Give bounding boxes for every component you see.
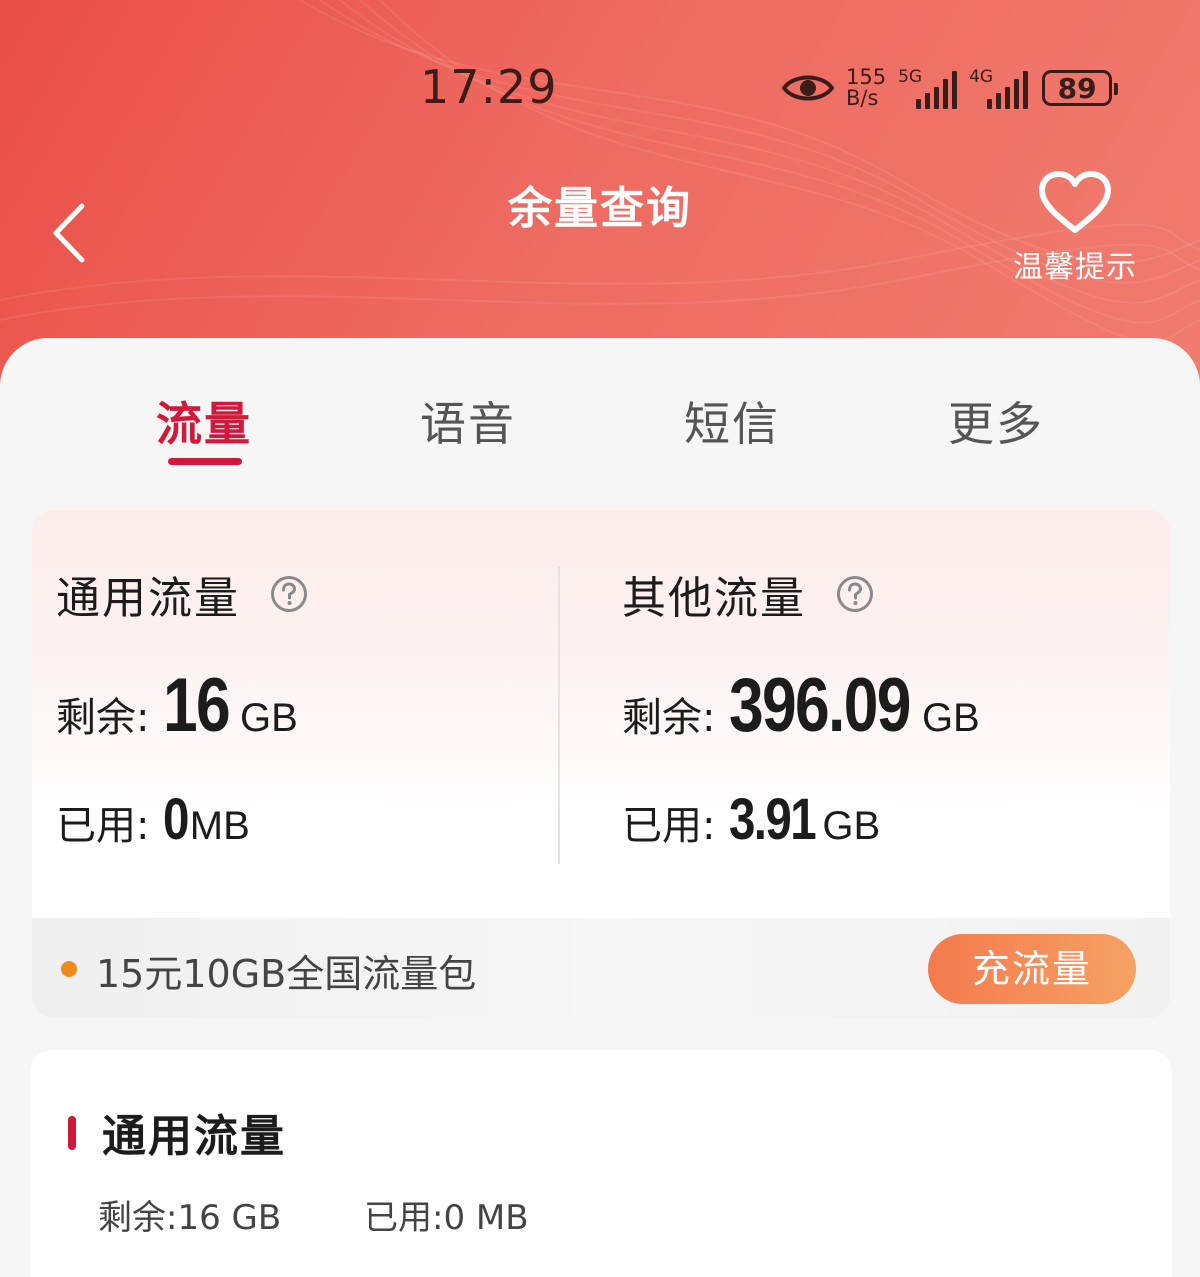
other-used-value: 3.91 bbox=[729, 787, 817, 852]
tab-sms[interactable]: 短信 bbox=[632, 388, 832, 454]
tab-voice[interactable]: 语音 bbox=[368, 388, 568, 454]
other-data-title: 其他流量 bbox=[622, 573, 806, 624]
eye-icon bbox=[782, 75, 834, 101]
other-used-row: 已用: 3.91 GB bbox=[622, 786, 880, 853]
status-time: 17:29 bbox=[420, 60, 558, 114]
general-data-title-row: 通用流量 bbox=[56, 562, 308, 626]
other-data-title-row: 其他流量 bbox=[622, 562, 874, 626]
signal-4g: 4G bbox=[969, 67, 1029, 109]
general-remaining-label: 剩余: bbox=[56, 695, 150, 741]
general-used-value: 0 bbox=[163, 787, 189, 852]
signal-bars-icon bbox=[987, 71, 1029, 109]
detail-remaining: 剩余:16 GB bbox=[98, 1198, 282, 1238]
other-used-label: 已用: bbox=[622, 803, 716, 849]
signal-5g: 5G bbox=[898, 67, 958, 109]
tips-button[interactable]: 温馨提示 bbox=[1000, 170, 1150, 286]
general-data-title: 通用流量 bbox=[56, 573, 240, 624]
net-speed-value: 155 bbox=[846, 65, 887, 89]
general-used-row: 已用: 0 MB bbox=[56, 786, 250, 853]
other-data-column: 其他流量 剩余: 396.09 GB 已用: 3.91 GB bbox=[622, 510, 1142, 910]
signal-bars-icon bbox=[916, 71, 958, 109]
heart-icon bbox=[1039, 171, 1111, 233]
recharge-data-button[interactable]: 充流量 bbox=[928, 934, 1136, 1004]
other-remaining-unit: GB bbox=[921, 696, 980, 740]
other-remaining-value: 396.09 bbox=[729, 663, 911, 748]
net-speed-unit: B/s bbox=[846, 86, 879, 110]
promo-dot bbox=[61, 961, 77, 977]
other-remaining-row: 剩余: 396.09 GB bbox=[622, 662, 980, 749]
general-remaining-row: 剩余: 16 GB bbox=[56, 662, 298, 749]
status-icons: 155 B/s 5G 4G 89 bbox=[782, 62, 1119, 114]
question-circle-icon[interactable] bbox=[836, 575, 874, 613]
general-data-detail-card: 通用流量 剩余:16 GB 已用:0 MB bbox=[30, 1050, 1172, 1277]
battery-icon: 89 bbox=[1042, 70, 1119, 106]
detail-used: 已用:0 MB bbox=[364, 1198, 529, 1238]
general-remaining-unit: GB bbox=[240, 696, 298, 740]
question-circle-icon[interactable] bbox=[270, 575, 308, 613]
battery-level: 89 bbox=[1057, 71, 1097, 105]
promo-bar: 15元10GB全国流量包 充流量 bbox=[32, 918, 1170, 1018]
promo-text[interactable]: 15元10GB全国流量包 bbox=[96, 943, 476, 998]
tab-data[interactable]: 流量 bbox=[104, 388, 304, 454]
general-remaining-value: 16 bbox=[163, 663, 231, 748]
tips-label: 温馨提示 bbox=[1013, 250, 1137, 285]
general-used-unit: MB bbox=[189, 804, 250, 848]
tab-bar: 流量 语音 短信 更多 bbox=[0, 338, 1200, 478]
balance-query-page: 17:29 155 B/s 5G 4G 89 余量查询 温馨提示 流量 语音 短… bbox=[0, 0, 1200, 1277]
signal-5g-label: 5G bbox=[898, 67, 923, 87]
active-tab-indicator bbox=[168, 458, 242, 465]
other-used-unit: GB bbox=[822, 804, 881, 848]
column-divider bbox=[558, 566, 560, 864]
content-sheet: 流量 语音 短信 更多 通用流量 剩余: 16 GB 已用: 0 MB 其他流量… bbox=[0, 338, 1200, 1277]
general-data-column: 通用流量 剩余: 16 GB 已用: 0 MB bbox=[56, 510, 556, 910]
section-accent-bar bbox=[68, 1116, 76, 1150]
detail-section-title: 通用流量 bbox=[102, 1111, 286, 1162]
net-speed: 155 B/s bbox=[846, 67, 886, 109]
other-remaining-label: 剩余: bbox=[622, 695, 716, 741]
data-summary-card: 通用流量 剩余: 16 GB 已用: 0 MB 其他流量 剩余: 396.09 … bbox=[32, 510, 1170, 1018]
general-used-label: 已用: bbox=[56, 803, 150, 849]
signal-4g-label: 4G bbox=[969, 67, 994, 87]
tab-more[interactable]: 更多 bbox=[896, 388, 1096, 454]
